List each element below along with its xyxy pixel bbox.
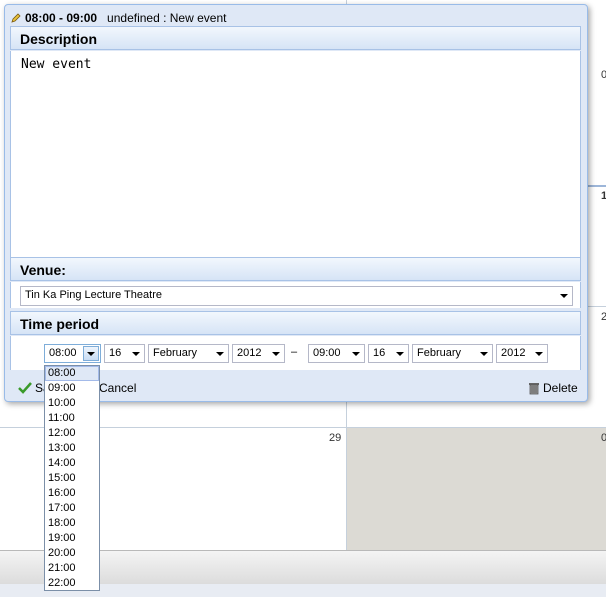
pencil-icon — [11, 13, 21, 23]
start-time-dropdown-list[interactable]: 08:00 09:00 10:00 11:00 12:00 13:00 14:00 15:00… — [44, 365, 100, 591]
start-year-value: 2012 — [237, 347, 262, 359]
venue-header: Venue: — [10, 257, 581, 281]
time-period-header: Time period — [10, 311, 581, 335]
end-month-value: February — [417, 347, 462, 359]
time-option[interactable]: 21:00 — [45, 561, 99, 576]
description-textarea[interactable]: New event — [10, 51, 581, 257]
time-option[interactable]: 11:00 — [45, 411, 99, 426]
start-day-select[interactable]: 16 — [104, 344, 145, 363]
time-option[interactable]: 18:00 — [45, 516, 99, 531]
time-option[interactable]: 09:00 — [45, 381, 99, 396]
venue-select[interactable]: Tin Ka Ping Lecture Theatre — [20, 286, 573, 306]
grid-line — [586, 306, 606, 307]
end-day-select[interactable]: 16 — [368, 344, 409, 363]
start-day-value: 16 — [109, 347, 122, 359]
end-year-select[interactable]: 2012 — [496, 344, 548, 363]
venue-section: Tin Ka Ping Lecture Theatre — [10, 282, 581, 308]
end-month-select[interactable]: February — [412, 344, 493, 363]
dialog-title-text: undefined : New event — [107, 11, 227, 25]
delete-button-label: Delete — [543, 381, 578, 395]
time-option[interactable]: 10:00 — [45, 396, 99, 411]
time-option[interactable]: 20:00 — [45, 546, 99, 561]
dialog-time-range: 08:00 - 09:00 — [25, 11, 98, 25]
trash-icon — [529, 383, 539, 395]
chevron-down-icon — [132, 352, 140, 356]
time-option[interactable]: 15:00 — [45, 471, 99, 486]
chevron-down-icon — [535, 352, 543, 356]
start-year-select[interactable]: 2012 — [232, 344, 285, 363]
range-separator: – — [291, 346, 298, 358]
day-number: 0 — [601, 432, 606, 444]
delete-button[interactable]: Delete — [528, 379, 578, 397]
chevron-down-icon — [272, 352, 280, 356]
chevron-down-icon — [352, 352, 360, 356]
chevron-down-icon — [87, 352, 95, 356]
dialog-title: 08:00 - 09:00 undefined : New event — [11, 10, 226, 26]
time-option[interactable]: 14:00 — [45, 456, 99, 471]
description-text: New event — [21, 57, 92, 72]
calendar-cell-outside-month[interactable] — [347, 428, 606, 550]
chevron-down-icon — [480, 352, 488, 356]
cancel-button-label: Cancel — [99, 381, 137, 395]
time-option[interactable]: 12:00 — [45, 426, 99, 441]
start-time-trigger[interactable] — [83, 346, 99, 361]
time-option[interactable]: 19:00 — [45, 531, 99, 546]
end-time-select[interactable]: 09:00 — [308, 344, 365, 363]
day-number: 29 — [329, 432, 342, 444]
chevron-down-icon — [396, 352, 404, 356]
end-time-value: 09:00 — [313, 347, 341, 359]
day-number: 1 — [601, 190, 606, 202]
time-option[interactable]: 16:00 — [45, 486, 99, 501]
chevron-down-icon[interactable] — [560, 294, 568, 298]
grid-line — [586, 185, 606, 187]
time-option[interactable]: 17:00 — [45, 501, 99, 516]
time-option[interactable]: 08:00 — [45, 366, 99, 381]
end-day-value: 16 — [373, 347, 386, 359]
start-month-select[interactable]: February — [148, 344, 229, 363]
time-option[interactable]: 13:00 — [45, 441, 99, 456]
chevron-down-icon — [216, 352, 224, 356]
venue-value: Tin Ka Ping Lecture Theatre — [25, 289, 162, 301]
day-number: 2 — [601, 311, 606, 323]
start-time-select[interactable]: 08:00 — [44, 344, 101, 363]
start-time-value: 08:00 — [49, 347, 77, 359]
cancel-button[interactable]: Cancel — [99, 379, 136, 397]
day-number: 0 — [601, 69, 606, 81]
event-dialog: 08:00 - 09:00 undefined : New event Desc… — [4, 4, 588, 402]
description-header: Description — [10, 26, 581, 50]
time-option[interactable]: 22:00 — [45, 576, 99, 590]
check-icon — [18, 382, 32, 394]
end-year-value: 2012 — [501, 347, 526, 359]
start-month-value: February — [153, 347, 198, 359]
